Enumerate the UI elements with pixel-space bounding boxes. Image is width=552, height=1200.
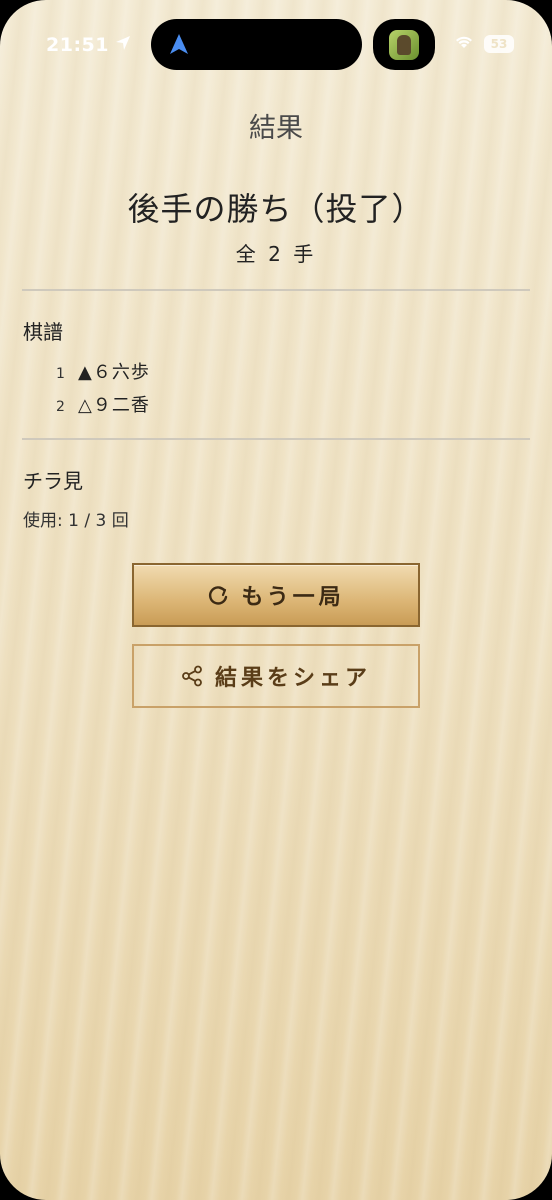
kifu-heading: 棋譜 [23,320,63,344]
battery-icon: 53 [484,35,514,53]
status-right: 53 [454,34,514,54]
play-again-label: もう一局 [241,584,345,610]
kifu-move-number: 1 [56,366,65,382]
share-result-button[interactable]: 結果をシェア [132,644,420,708]
kifu-move-row: 1 ▲６六歩 [56,358,150,384]
wifi-icon [454,34,474,54]
kifu-move-text: △９二香 [78,395,150,416]
kifu-move-text: ▲６六歩 [78,362,150,383]
dynamic-island [151,19,362,70]
status-time: 21:51 [46,34,131,56]
move-count: 全 2 手 [235,242,317,266]
location-arrow-icon [115,34,131,56]
share-icon [181,665,203,687]
peek-usage-count: 使用: 1 / 3 回 [23,511,129,531]
app-screen: 21:51 53 結果 後手の勝ち（投了） 全 2 手 棋譜 1 ▲６六歩 2 [0,0,552,1200]
status-time-text: 21:51 [46,34,109,56]
game-result: 後手の勝ち（投了） [127,190,425,228]
play-again-button[interactable]: もう一局 [132,563,420,627]
share-label: 結果をシェア [214,665,371,691]
kifu-move-number: 2 [56,399,65,415]
app-icon-image [389,29,419,60]
navigation-icon [169,33,189,59]
divider [22,289,530,291]
app-icon[interactable] [373,19,435,70]
divider [22,438,530,440]
peek-heading: チラ見 [23,469,83,493]
page-title: 結果 [249,113,303,144]
refresh-icon [207,584,229,606]
kifu-move-row: 2 △９二香 [56,391,150,417]
